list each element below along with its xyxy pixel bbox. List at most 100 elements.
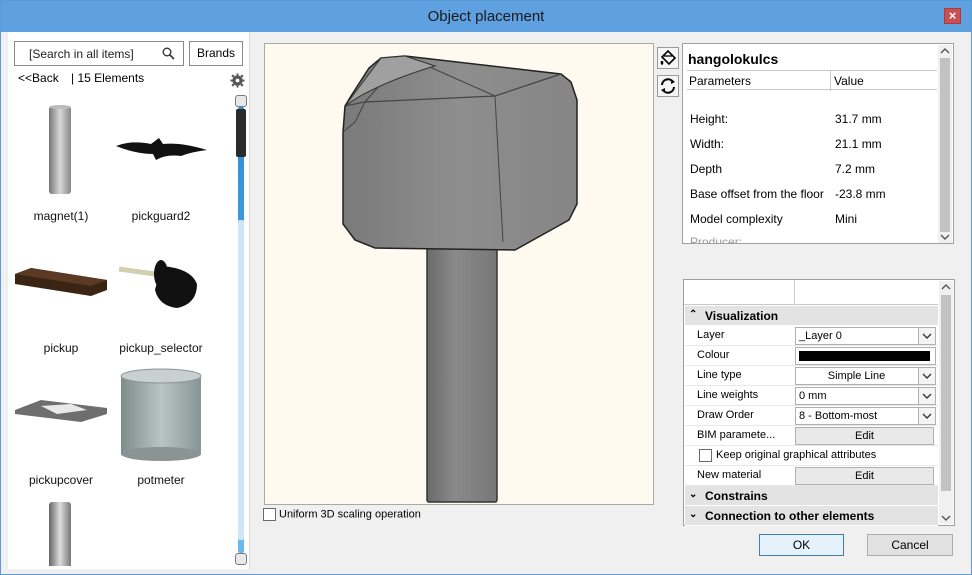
- visualization-panel: ⌃ Visualization Layer _Layer 0 Colour Li…: [683, 279, 955, 526]
- keep-attributes-checkbox[interactable]: [699, 449, 712, 462]
- value-column-header[interactable]: Value: [834, 74, 864, 88]
- column-divider: [830, 71, 831, 91]
- line-weights-select[interactable]: 0 mm: [795, 387, 936, 405]
- chevron-up-icon[interactable]: [938, 45, 952, 57]
- 3d-preview-viewport[interactable]: [264, 43, 654, 505]
- library-scrollbar[interactable]: [235, 95, 247, 565]
- chevron-down-icon[interactable]: [938, 231, 952, 243]
- scroll-up-button[interactable]: [235, 95, 247, 107]
- chevron-down-icon[interactable]: [918, 388, 935, 404]
- chevron-down-icon[interactable]: [939, 512, 953, 524]
- section-title: Visualization: [705, 309, 779, 323]
- chevron-up-icon[interactable]: [939, 281, 953, 293]
- chevron-up-icon[interactable]: ⌃: [689, 309, 699, 320]
- library-item-pickupcover[interactable]: pickupcover: [11, 368, 111, 487]
- row-keep-attributes[interactable]: Keep original graphical attributes: [685, 446, 938, 466]
- row-draw-order[interactable]: Draw Order 8 - Bottom-most: [685, 406, 938, 426]
- scroll-thumb[interactable]: [236, 109, 246, 157]
- library-item-magnet[interactable]: magnet(1): [11, 104, 111, 223]
- library-item-potmeter[interactable]: potmeter: [111, 368, 211, 487]
- pickup-thumbnail: [15, 268, 107, 296]
- search-input[interactable]: [Search in all items]: [14, 41, 184, 66]
- param-row-complexity[interactable]: Model complexity Mini: [690, 212, 857, 226]
- param-name: Height:: [690, 112, 729, 126]
- param-row-depth[interactable]: Depth 7.2 mm: [690, 162, 875, 176]
- scroll-thumb[interactable]: [940, 58, 950, 232]
- row-label: Line weights: [697, 389, 759, 401]
- param-value[interactable]: 21.1 mm: [835, 137, 882, 151]
- param-row-height[interactable]: Height: 31.7 mm: [690, 112, 882, 126]
- param-column-header[interactable]: Parameters: [689, 74, 751, 88]
- section-connection[interactable]: ⌄ Connection to other elements: [685, 506, 938, 526]
- element-count: | 15 Elements: [71, 71, 145, 85]
- pickup-selector-thumbnail: [118, 260, 197, 308]
- item-label: potmeter: [137, 473, 185, 487]
- search-icon[interactable]: [162, 47, 175, 60]
- scroll-thumb[interactable]: [941, 295, 951, 491]
- chevron-down-icon[interactable]: [918, 328, 935, 344]
- scroll-down-button[interactable]: [235, 553, 247, 565]
- dialog-content: [Search in all items] Brands <<Back | 15…: [8, 32, 964, 569]
- param-value[interactable]: -23.8 mm: [835, 187, 886, 201]
- row-colour[interactable]: Colour: [685, 346, 938, 366]
- potmeter-thumbnail: [120, 368, 202, 461]
- param-row-base-offset[interactable]: Base offset from the floor -23.8 mm: [690, 187, 886, 201]
- gear-icon[interactable]: [230, 73, 245, 88]
- param-name: Depth: [690, 162, 723, 176]
- paint-bucket-button[interactable]: [657, 47, 679, 69]
- bim-edit-button[interactable]: Edit: [795, 427, 934, 445]
- layer-select[interactable]: _Layer 0: [795, 327, 936, 345]
- chevron-down-icon[interactable]: [918, 368, 935, 384]
- section-constrains[interactable]: ⌄ Constrains: [685, 486, 938, 506]
- row-bim-parameters[interactable]: BIM paramete... Edit: [685, 426, 938, 446]
- row-label: Colour: [697, 349, 730, 361]
- line-type-select[interactable]: Simple Line: [795, 367, 936, 385]
- item-label: pickguard2: [131, 209, 191, 223]
- close-button[interactable]: ×: [944, 8, 961, 24]
- param-value[interactable]: 31.7 mm: [835, 112, 882, 126]
- draw-order-select[interactable]: 8 - Bottom-most: [795, 407, 936, 425]
- param-name: Producer:: [690, 235, 743, 244]
- param-name: Width:: [690, 137, 725, 151]
- chevron-down-icon[interactable]: ⌄: [689, 509, 699, 520]
- column-divider: [794, 280, 795, 305]
- new-material-edit-button[interactable]: Edit: [795, 467, 934, 485]
- row-label: BIM paramete...: [697, 429, 776, 441]
- param-row-producer[interactable]: Producer:generic: [690, 235, 742, 244]
- magnet-thumbnail: [49, 105, 71, 194]
- library-item-partial[interactable]: [11, 500, 111, 566]
- object-placement-window: Object placement × [Search in all items]…: [0, 0, 972, 575]
- param-value[interactable]: Mini: [835, 212, 857, 226]
- parameters-panel: hangolokulcs Parameters Value Height: 31.…: [682, 43, 954, 244]
- row-new-material[interactable]: New material Edit: [685, 466, 938, 486]
- param-name: Base offset from the floor: [690, 187, 824, 201]
- refresh-icon: [661, 78, 675, 94]
- chevron-down-icon[interactable]: [918, 408, 935, 424]
- title-bar[interactable]: Object placement ×: [1, 1, 971, 32]
- row-label: Draw Order: [697, 409, 754, 421]
- refresh-button[interactable]: [657, 75, 679, 97]
- object-3d-model: [342, 55, 578, 503]
- select-value: _Layer 0: [799, 330, 842, 342]
- cancel-button[interactable]: Cancel: [867, 534, 953, 556]
- ok-button[interactable]: OK: [759, 534, 844, 556]
- chevron-down-icon[interactable]: ⌄: [689, 489, 699, 500]
- uniform-scaling-option[interactable]: Uniform 3D scaling operation: [263, 508, 421, 521]
- row-line-weights[interactable]: Line weights 0 mm: [685, 386, 938, 406]
- scroll-track-inner: [238, 220, 244, 540]
- section-visualization[interactable]: ⌃ Visualization: [685, 306, 938, 326]
- library-item-pickup-selector[interactable]: pickup_selector: [111, 236, 211, 355]
- row-layer[interactable]: Layer _Layer 0: [685, 326, 938, 346]
- param-row-width[interactable]: Width: 21.1 mm: [690, 137, 882, 151]
- visualization-scrollbar[interactable]: [939, 281, 953, 524]
- back-link[interactable]: <<Back: [18, 71, 59, 85]
- brands-button[interactable]: Brands: [189, 41, 243, 66]
- row-label: New material: [697, 469, 762, 481]
- param-value[interactable]: 7.2 mm: [835, 162, 875, 176]
- row-line-type[interactable]: Line type Simple Line: [685, 366, 938, 386]
- parameters-scrollbar[interactable]: [938, 45, 952, 243]
- library-item-pickguard2[interactable]: pickguard2: [111, 104, 211, 223]
- colour-swatch[interactable]: [799, 351, 930, 361]
- library-item-pickup[interactable]: pickup: [11, 236, 111, 355]
- uniform-scaling-checkbox[interactable]: [263, 508, 276, 521]
